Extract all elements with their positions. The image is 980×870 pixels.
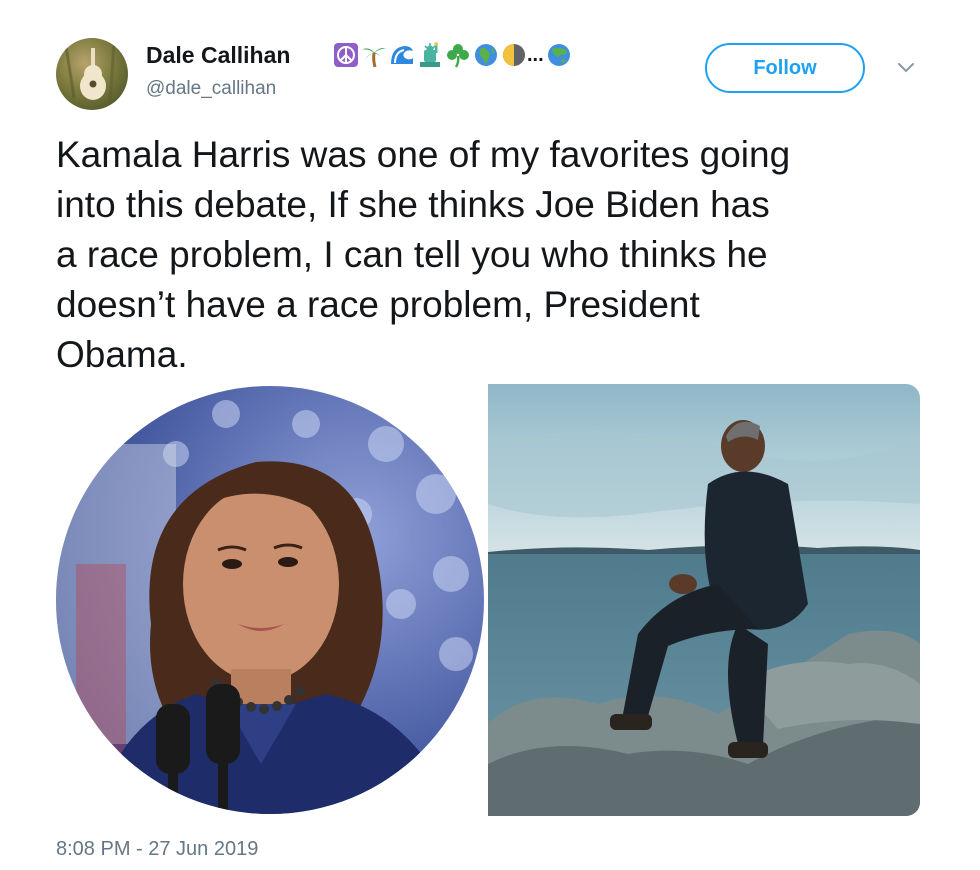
tweet-card: Dale Callihan ... @dale_callihan Follow … [0, 0, 980, 870]
last-quarter-moon-icon [503, 44, 525, 66]
statue-of-liberty-icon [420, 42, 440, 67]
shamrock-icon [447, 44, 469, 68]
chevron-down-icon[interactable] [896, 60, 916, 76]
name-emojis: ... [333, 38, 572, 72]
display-name[interactable]: Dale Callihan [146, 42, 290, 69]
portrait-photo-circle[interactable] [56, 384, 488, 816]
globe-africa-icon [475, 44, 497, 66]
user-handle[interactable]: @dale_callihan [146, 78, 276, 100]
wave-icon [391, 46, 413, 64]
timestamp[interactable]: 8:08 PM - 27 Jun 2019 [56, 838, 258, 861]
emoji-overflow: ... [527, 43, 544, 66]
follow-button[interactable]: Follow [705, 43, 865, 93]
seaside-photo[interactable] [488, 384, 920, 816]
avatar[interactable] [56, 38, 128, 110]
peace-symbol-icon [334, 43, 358, 67]
guitar-icon [64, 43, 116, 103]
palm-tree-icon [362, 48, 386, 68]
globe-asia-icon [547, 44, 570, 66]
tweet-text: Kamala Harris was one of my favorites go… [56, 134, 791, 375]
